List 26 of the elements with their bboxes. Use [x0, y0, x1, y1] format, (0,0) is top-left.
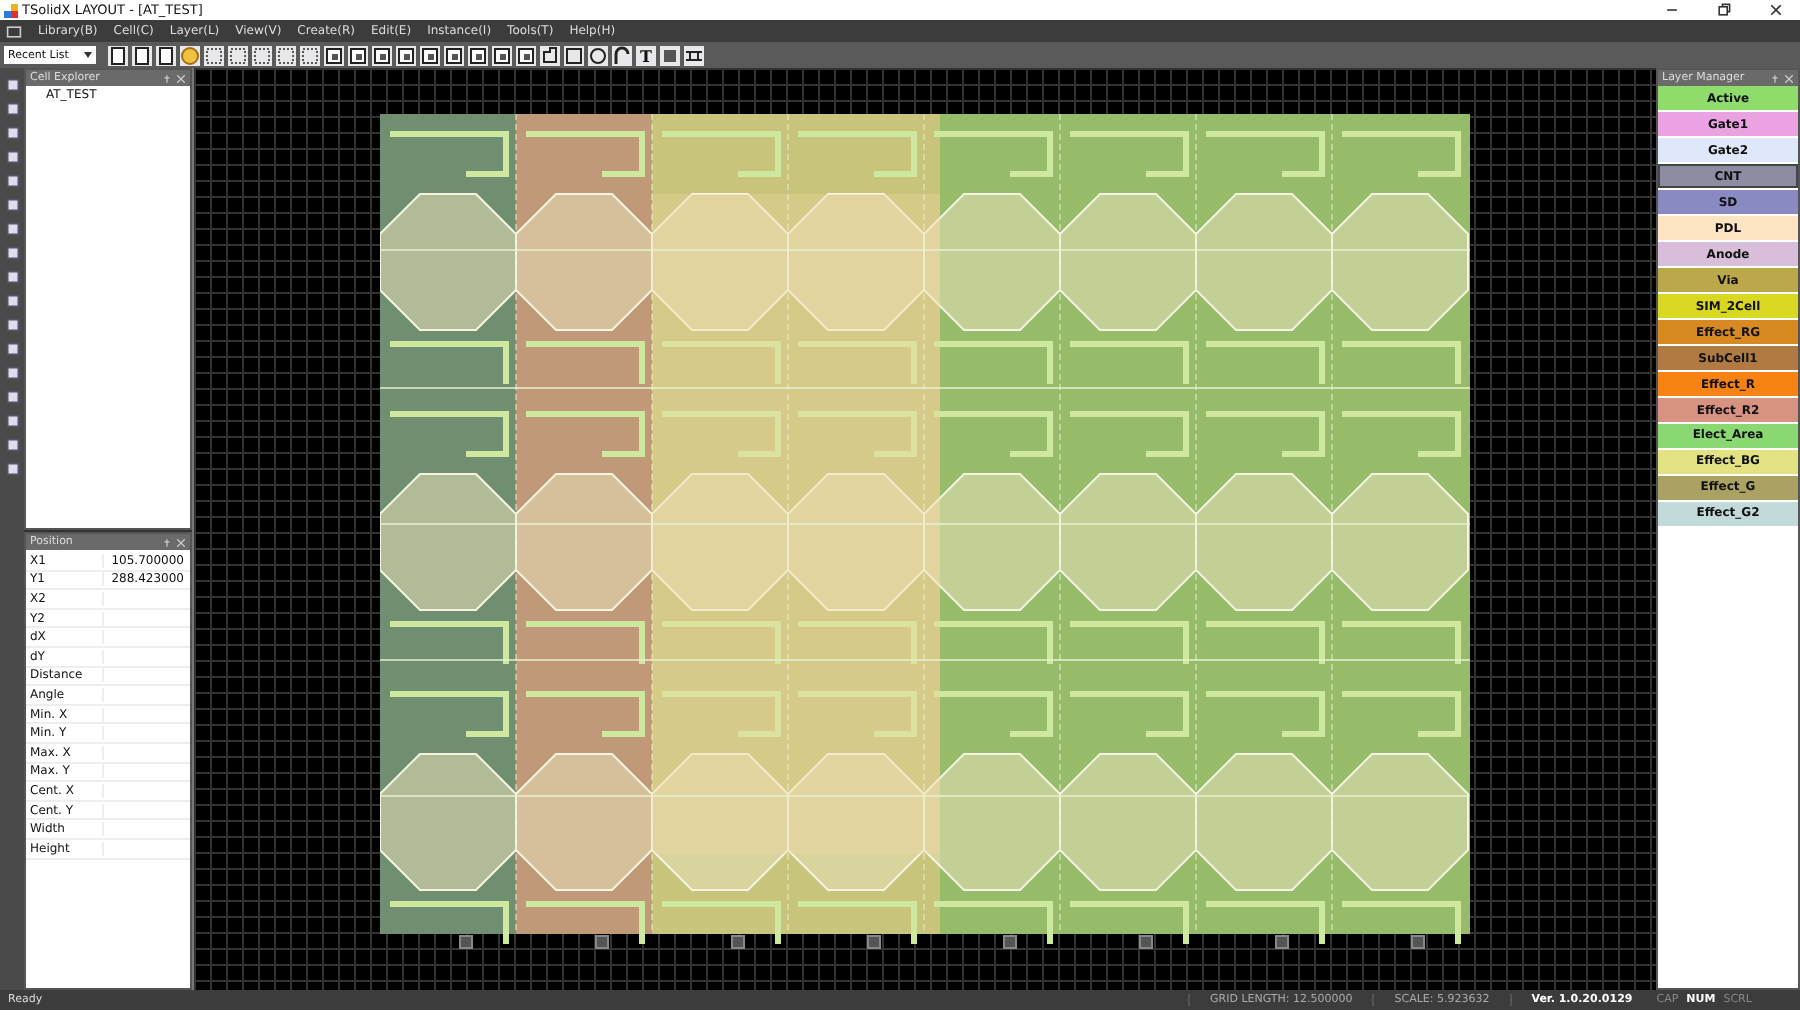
app-menu-icon[interactable] — [6, 23, 22, 39]
layout-tool-icon[interactable] — [516, 45, 536, 65]
layout-tool-icon[interactable] — [468, 45, 488, 65]
pin-icon[interactable] — [162, 73, 172, 83]
layout-tool-icon[interactable] — [372, 45, 392, 65]
layout-tool-icon[interactable] — [444, 45, 464, 65]
layout-canvas[interactable] — [192, 68, 1656, 990]
ruler-icon[interactable] — [684, 45, 704, 65]
array-icon[interactable] — [660, 45, 680, 65]
text-tool-button[interactable]: T — [636, 45, 656, 65]
layout-tool-icon[interactable] — [492, 45, 512, 65]
pin-icon[interactable] — [1770, 73, 1780, 83]
hand-icon[interactable] — [180, 45, 200, 65]
pin-icon[interactable] — [162, 537, 172, 547]
layout-tool-icon[interactable] — [396, 45, 416, 65]
close-icon[interactable] — [1768, 2, 1784, 18]
caret-icon — [84, 52, 92, 58]
polygon-icon[interactable] — [540, 45, 560, 65]
restore-icon[interactable] — [1716, 2, 1732, 18]
layout-tool-icon[interactable] — [420, 45, 440, 65]
layout-tool-icon[interactable] — [348, 45, 368, 65]
app-logo-icon — [4, 3, 18, 17]
circle-icon[interactable] — [588, 45, 608, 65]
rectangle-icon[interactable] — [564, 45, 584, 65]
path-icon[interactable] — [612, 45, 632, 65]
layout-tool-icon[interactable] — [324, 45, 344, 65]
